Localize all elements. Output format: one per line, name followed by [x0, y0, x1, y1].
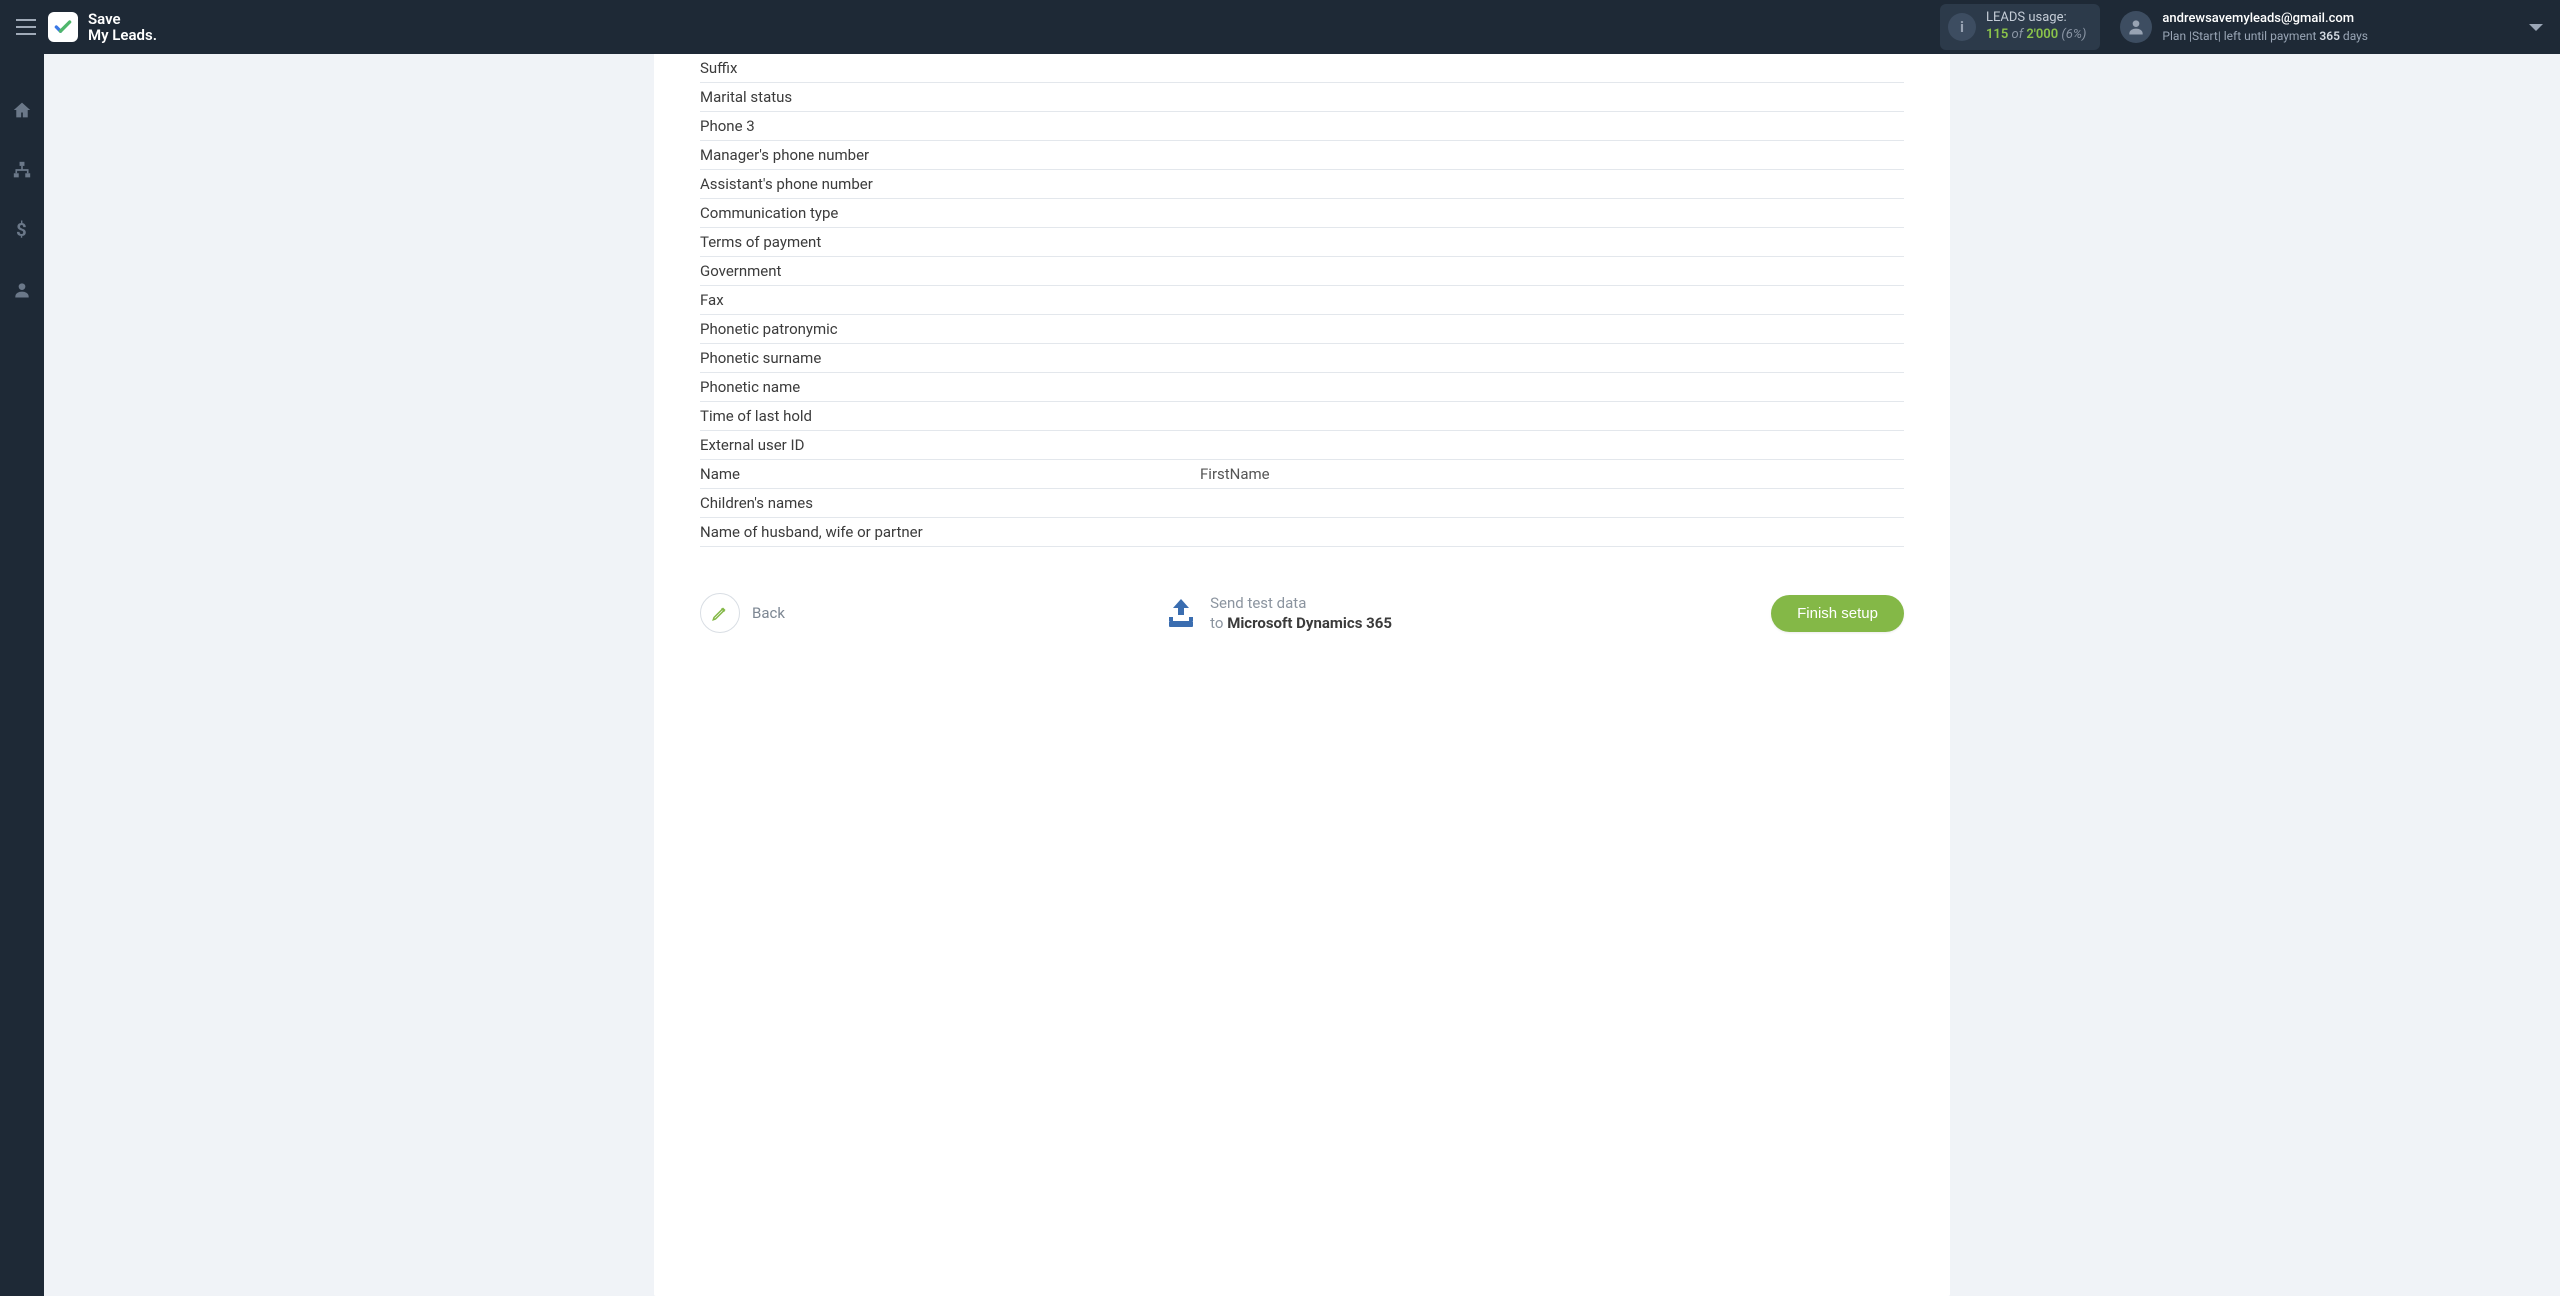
field-row[interactable]: NameFirstName: [700, 460, 1904, 489]
menu-toggle[interactable]: [16, 19, 36, 35]
actions-bar: Back Send test data to Microsoft Dynamic…: [700, 593, 1904, 634]
sidebar-item-home[interactable]: [0, 94, 44, 126]
home-icon: [12, 101, 32, 119]
field-row[interactable]: Name of husband, wife or partner: [700, 518, 1904, 547]
pencil-icon: [711, 604, 729, 622]
field-row[interactable]: Marital status: [700, 83, 1904, 112]
account-chevron[interactable]: [2528, 18, 2544, 37]
field-label: Government: [700, 262, 1200, 280]
field-row[interactable]: Phonetic patronymic: [700, 315, 1904, 344]
field-row[interactable]: Manager's phone number: [700, 141, 1904, 170]
field-row[interactable]: Assistant's phone number: [700, 170, 1904, 199]
field-label: Time of last hold: [700, 407, 1200, 425]
field-label: Terms of payment: [700, 233, 1200, 251]
field-row[interactable]: Terms of payment: [700, 228, 1904, 257]
logo-text: Save My Leads.: [88, 11, 157, 44]
field-label: Phonetic surname: [700, 349, 1200, 367]
field-label: Fax: [700, 291, 1200, 309]
send-test-button[interactable]: Send test data to Microsoft Dynamics 365: [1164, 593, 1392, 634]
avatar-icon: [2120, 11, 2152, 43]
user-icon: [12, 280, 32, 300]
dollar-icon: $: [15, 220, 29, 240]
field-label: Name: [700, 465, 1200, 483]
field-row[interactable]: External user ID: [700, 431, 1904, 460]
field-row[interactable]: Phone 3: [700, 112, 1904, 141]
sidebar-item-account[interactable]: [0, 274, 44, 306]
app-header: Save My Leads. i LEADS usage: 115 of 2'0…: [0, 0, 2560, 54]
send-test-line1: Send test data: [1210, 593, 1392, 613]
field-row[interactable]: Time of last hold: [700, 402, 1904, 431]
field-label: Suffix: [700, 59, 1200, 77]
svg-text:$: $: [16, 220, 27, 240]
content-card: Suffix Marital status Phone 3 Manager's pho…: [654, 54, 1950, 1296]
hamburger-icon: [16, 19, 36, 35]
field-row[interactable]: Fax: [700, 286, 1904, 315]
field-label: Phonetic patronymic: [700, 320, 1200, 338]
field-label: Phonetic name: [700, 378, 1200, 396]
finish-setup-button[interactable]: Finish setup: [1771, 595, 1904, 632]
field-label: Name of husband, wife or partner: [700, 523, 1200, 541]
field-row[interactable]: Phonetic surname: [700, 344, 1904, 373]
field-label: Marital status: [700, 88, 1200, 106]
field-label: Children's names: [700, 494, 1200, 512]
field-label: Phone 3: [700, 117, 1200, 135]
account-email: andrewsavemyleads@gmail.com: [2162, 10, 2368, 28]
leads-usage-badge[interactable]: i LEADS usage: 115 of 2'000 (6%): [1940, 4, 2100, 50]
field-row[interactable]: Suffix: [700, 54, 1904, 83]
logo-icon: [48, 12, 78, 42]
hierarchy-icon: [12, 161, 32, 179]
account-plan: Plan |Start| left until payment 365 days: [2162, 28, 2368, 44]
usage-label: LEADS usage:: [1986, 10, 2086, 27]
info-icon: i: [1948, 13, 1976, 41]
account-menu[interactable]: andrewsavemyleads@gmail.com Plan |Start|…: [2120, 10, 2368, 44]
field-value: FirstName: [1200, 465, 1270, 483]
field-label: Manager's phone number: [700, 146, 1200, 164]
field-label: External user ID: [700, 436, 1200, 454]
sidebar-item-integrations[interactable]: [0, 154, 44, 186]
upload-icon: [1164, 596, 1198, 630]
field-row[interactable]: Government: [700, 257, 1904, 286]
logo[interactable]: Save My Leads.: [48, 11, 157, 44]
chevron-down-icon: [2528, 23, 2544, 33]
field-row[interactable]: Children's names: [700, 489, 1904, 518]
back-button[interactable]: Back: [700, 593, 785, 633]
sidebar-item-billing[interactable]: $: [0, 214, 44, 246]
field-label: Communication type: [700, 204, 1200, 222]
sidebar: $: [0, 54, 44, 1296]
field-label: Assistant's phone number: [700, 175, 1200, 193]
field-row[interactable]: Phonetic name: [700, 373, 1904, 402]
send-test-line2: to Microsoft Dynamics 365: [1210, 613, 1392, 633]
usage-values: 115 of 2'000 (6%): [1986, 27, 2086, 44]
back-label: Back: [752, 604, 785, 622]
field-row[interactable]: Communication type: [700, 199, 1904, 228]
